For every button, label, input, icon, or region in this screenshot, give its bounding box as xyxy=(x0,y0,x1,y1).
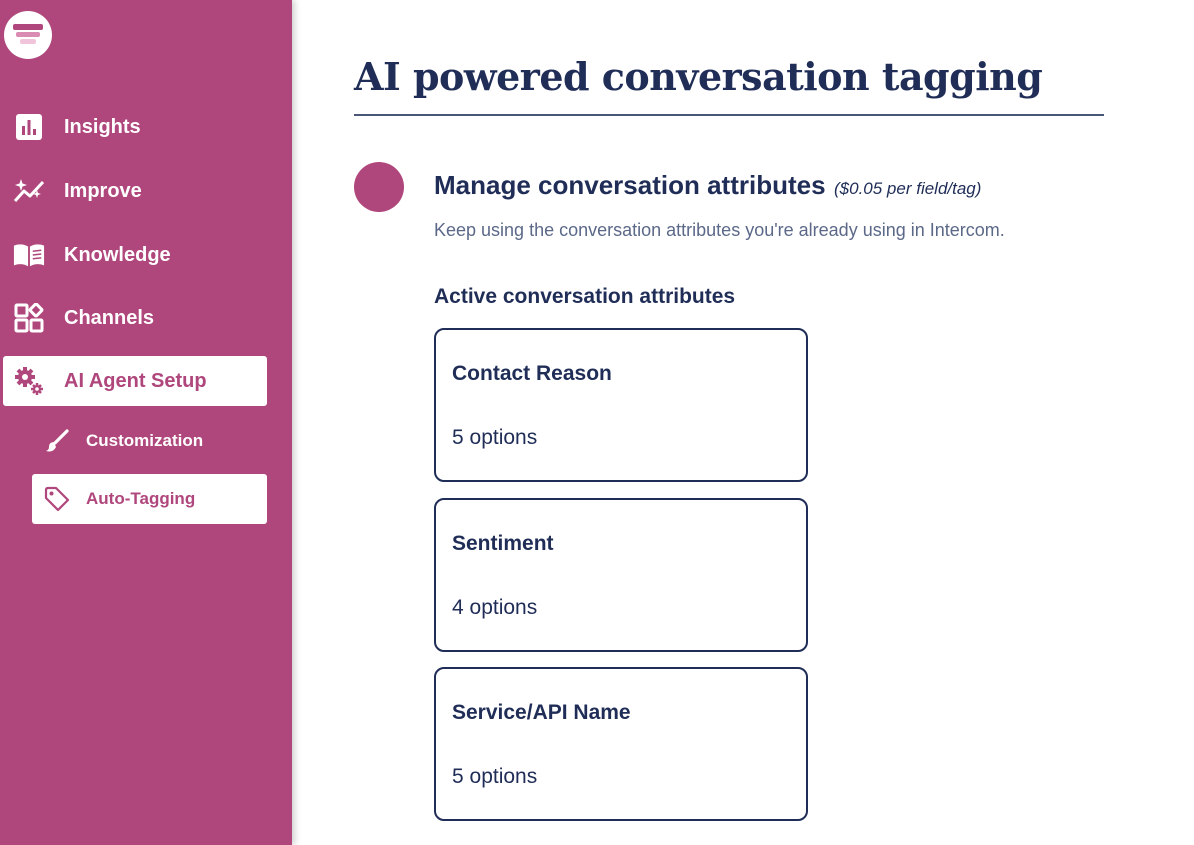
attribute-name: Service/API Name xyxy=(452,701,631,724)
sidebar-subitem-label: Customization xyxy=(86,431,204,450)
section-title: Manage conversation attributes xyxy=(434,170,826,200)
sidebar-item-improve[interactable]: Improve xyxy=(0,166,292,216)
attribute-options-count: 4 options xyxy=(452,596,538,619)
sidebar-item-label: AI Agent Setup xyxy=(64,369,207,392)
attribute-card-contact-reason[interactable]: Contact Reason 5 options xyxy=(434,328,808,482)
gears-icon xyxy=(13,365,45,397)
step-indicator xyxy=(354,162,404,212)
attribute-card-service-api-name[interactable]: Service/API Name 5 options xyxy=(434,667,808,821)
sidebar-item-knowledge[interactable]: Knowledge xyxy=(0,230,292,280)
page-title: AI powered conversation tagging xyxy=(354,54,1043,99)
title-divider xyxy=(354,114,1104,116)
sidebar: Insights Improve Knowledge Channels AI A… xyxy=(0,0,292,845)
funnel-logo-icon[interactable] xyxy=(4,11,52,59)
sidebar-item-label: Channels xyxy=(64,306,155,329)
attribute-options-count: 5 options xyxy=(452,426,538,449)
tag-icon xyxy=(44,486,70,512)
sidebar-item-insights[interactable]: Insights xyxy=(0,102,292,152)
section-header: Manage conversation attributes ($0.05 pe… xyxy=(434,170,981,201)
widgets-icon xyxy=(13,302,45,334)
open-book-icon xyxy=(13,239,45,271)
sparkle-trend-icon xyxy=(13,175,45,207)
sidebar-item-label: Insights xyxy=(64,115,141,138)
sidebar-subitem-auto-tagging[interactable]: Auto-Tagging xyxy=(32,474,267,524)
attribute-name: Contact Reason xyxy=(452,362,612,385)
active-attributes-heading: Active conversation attributes xyxy=(434,285,736,308)
section-description: Keep using the conversation attributes y… xyxy=(434,220,1005,240)
sidebar-item-ai-agent-setup[interactable]: AI Agent Setup xyxy=(3,356,267,406)
paintbrush-icon xyxy=(44,428,70,454)
sidebar-subitem-customization[interactable]: Customization xyxy=(32,416,267,466)
section-price: ($0.05 per field/tag) xyxy=(834,179,982,198)
bar-chart-icon xyxy=(13,111,45,143)
attribute-options-count: 5 options xyxy=(452,765,538,788)
sidebar-item-label: Improve xyxy=(64,179,142,202)
sidebar-item-channels[interactable]: Channels xyxy=(0,293,292,343)
attribute-card-sentiment[interactable]: Sentiment 4 options xyxy=(434,498,808,652)
sidebar-subitem-label: Auto-Tagging xyxy=(86,489,196,508)
sidebar-item-label: Knowledge xyxy=(64,243,171,266)
attribute-name: Sentiment xyxy=(452,532,554,555)
